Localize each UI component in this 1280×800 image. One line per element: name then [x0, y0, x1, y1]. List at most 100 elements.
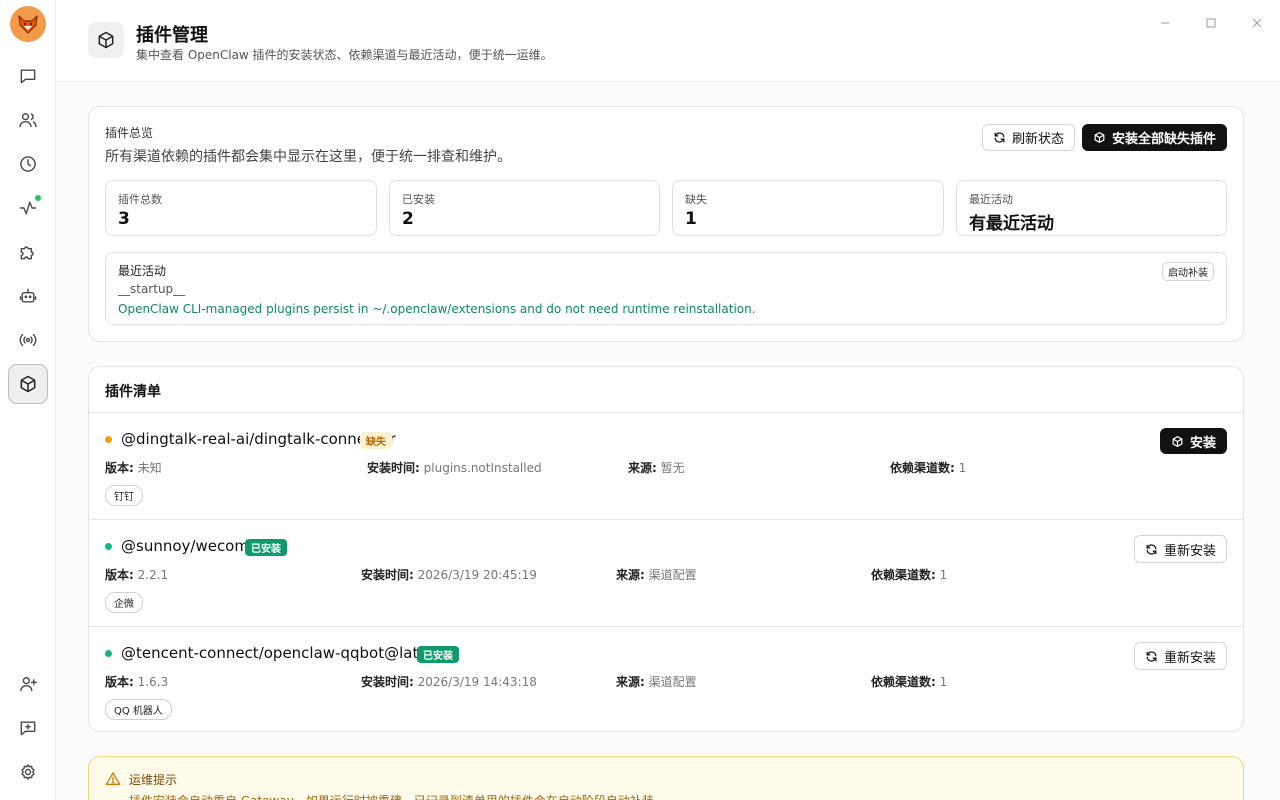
- stat-total: 插件总数 3: [105, 180, 377, 236]
- plugin-row: @sunnoy/wecom 已安装 版本: 2.2.1 安装时间: 2026/3…: [89, 519, 1243, 626]
- install-button[interactable]: 安装: [1159, 428, 1227, 454]
- users-icon: [19, 113, 37, 128]
- refresh-icon: [994, 132, 1005, 143]
- stat-installed: 已安装 2: [389, 180, 660, 236]
- reinstall-label: 重新安装: [1163, 543, 1216, 559]
- nav-plugin-management[interactable]: [8, 364, 48, 404]
- page-title: 插件管理: [136, 25, 208, 46]
- package-icon: [1172, 435, 1183, 447]
- plugin-version: 版本: 2.2.1: [105, 568, 169, 582]
- package-icon: [88, 22, 124, 58]
- ops-tip-card: 运维提示 插件安装会自动重启 Gateway。如果运行时被重建，已记录到清单里的…: [88, 756, 1244, 800]
- refresh-status-label: 刷新状态: [1011, 132, 1064, 147]
- plugin-install-time: 安装时间: plugins.notInstalled: [367, 461, 542, 475]
- add-user-icon: [20, 677, 38, 692]
- fox-logo-icon[interactable]: [10, 6, 46, 42]
- plugin-list-title: 插件清单: [105, 384, 161, 400]
- clock-icon: [20, 156, 36, 172]
- plugin-install-time: 安装时间: 2026/3/19 20:45:19: [361, 568, 537, 582]
- nav-robot[interactable]: [8, 276, 48, 316]
- status-badge: 已安装: [417, 646, 459, 663]
- status-dot: [105, 543, 112, 550]
- nav-settings[interactable]: [8, 752, 48, 792]
- stat-label: 已安装: [402, 193, 435, 206]
- plugin-list-card: 插件清单 @dingtalk-real-ai/dingtalk-connecto…: [88, 366, 1244, 732]
- refresh-status-button[interactable]: 刷新状态: [981, 124, 1075, 151]
- plugin-name: @dingtalk-real-ai/dingtalk-connector: [121, 430, 396, 448]
- plugin-name: @tencent-connect/openclaw-qqbot@latest: [121, 644, 442, 662]
- channel-chip: 企微: [105, 592, 143, 613]
- status-dot: [105, 650, 112, 657]
- minimize-icon: [1161, 22, 1169, 24]
- recent-activity-message: OpenClaw CLI-managed plugins persist in …: [118, 302, 756, 316]
- plugin-deps: 依赖渠道数: 1: [871, 675, 948, 689]
- overview-title: 插件总览: [105, 126, 154, 140]
- reinstall-button[interactable]: 重新安装: [1133, 535, 1227, 563]
- install-all-missing-label: 安装全部缺失插件: [1111, 132, 1216, 147]
- stat-label: 最近活动: [969, 193, 1013, 206]
- recent-activity-title: 最近活动: [118, 264, 167, 278]
- install-all-missing-button[interactable]: 安装全部缺失插件: [1081, 124, 1227, 151]
- plugin-version: 版本: 未知: [105, 461, 162, 475]
- robot-icon: [19, 288, 37, 303]
- channel-chip: 钉钉: [105, 485, 143, 506]
- stat-value: 有最近活动: [969, 214, 1054, 234]
- overview-description: 所有渠道依赖的插件都会集中显示在这里，便于统一排查和维护。: [105, 149, 511, 165]
- plugin-deps: 依赖渠道数: 1: [890, 461, 967, 475]
- plugin-row: @dingtalk-real-ai/dingtalk-connector 缺失 …: [89, 412, 1243, 519]
- package-icon: [20, 375, 36, 393]
- stat-value: 3: [118, 209, 130, 229]
- stat-missing: 缺失 1: [672, 180, 944, 236]
- nav-plugins-puzzle[interactable]: [8, 232, 48, 272]
- recent-activity-name: __startup__: [118, 282, 186, 296]
- plugin-source: 来源: 渠道配置: [616, 675, 697, 689]
- maximize-button[interactable]: [1204, 16, 1218, 30]
- status-dot: [105, 436, 112, 443]
- sidebar: [0, 0, 56, 800]
- close-icon: [1252, 18, 1262, 28]
- refresh-icon: [1146, 543, 1157, 555]
- activity-icon: [19, 201, 37, 215]
- plugin-row: @tencent-connect/openclaw-qqbot@latest 已…: [89, 626, 1243, 733]
- warning-icon: [105, 772, 121, 785]
- plugin-deps: 依赖渠道数: 1: [871, 568, 948, 582]
- reinstall-label: 重新安装: [1163, 650, 1216, 666]
- reinstall-button[interactable]: 重新安装: [1133, 642, 1227, 670]
- channel-chip: QQ 机器人: [105, 699, 172, 720]
- plugin-source: 来源: 暂无: [628, 461, 685, 475]
- package-icon: [1094, 132, 1105, 143]
- page-header: 插件管理 集中查看 OpenClaw 插件的安装状态、依赖渠道与最近活动，便于统…: [56, 0, 1280, 82]
- stat-value: 1: [685, 209, 697, 229]
- page-subtitle: 集中查看 OpenClaw 插件的安装状态、依赖渠道与最近活动，便于统一运维。: [136, 48, 553, 62]
- install-label: 安装: [1189, 435, 1216, 451]
- nav-add-user[interactable]: [8, 664, 48, 704]
- main-content: 插件总览 所有渠道依赖的插件都会集中显示在这里，便于统一排查和维护。 刷新状态 …: [56, 82, 1280, 800]
- nav-channels[interactable]: [8, 320, 48, 360]
- status-badge: 已安装: [245, 539, 287, 556]
- overview-card: 插件总览 所有渠道依赖的插件都会集中显示在这里，便于统一排查和维护。 刷新状态 …: [88, 106, 1244, 342]
- ops-tip-title: 运维提示: [129, 773, 178, 787]
- stat-value: 2: [402, 209, 414, 229]
- status-badge: 缺失: [360, 432, 392, 449]
- ops-tip-text: 插件安装会自动重启 Gateway。如果运行时被重建，已记录到清单里的插件会在启…: [129, 792, 666, 800]
- activity-status-dot: [35, 195, 41, 201]
- broadcast-icon: [19, 333, 37, 347]
- chat-icon: [20, 69, 36, 84]
- stat-label: 缺失: [685, 193, 707, 206]
- nav-activity[interactable]: [8, 188, 48, 228]
- puzzle-icon: [20, 246, 34, 260]
- add-message-icon: [20, 721, 36, 736]
- plugin-version: 版本: 1.6.3: [105, 675, 169, 689]
- nav-history[interactable]: [8, 144, 48, 184]
- maximize-icon: [1206, 18, 1216, 28]
- nav-users[interactable]: [8, 100, 48, 140]
- nav-chat[interactable]: [8, 56, 48, 96]
- stat-recent-activity: 最近活动 有最近活动: [956, 180, 1227, 236]
- nav-add-message[interactable]: [8, 708, 48, 748]
- startup-reinstall-tag: 启动补装: [1162, 262, 1214, 281]
- minimize-button[interactable]: [1158, 16, 1172, 30]
- recent-activity-panel: 最近活动 启动补装 __startup__ OpenClaw CLI-manag…: [105, 252, 1227, 325]
- plugin-name: @sunnoy/wecom: [121, 537, 249, 555]
- close-button[interactable]: [1250, 16, 1264, 30]
- stat-label: 插件总数: [118, 193, 162, 206]
